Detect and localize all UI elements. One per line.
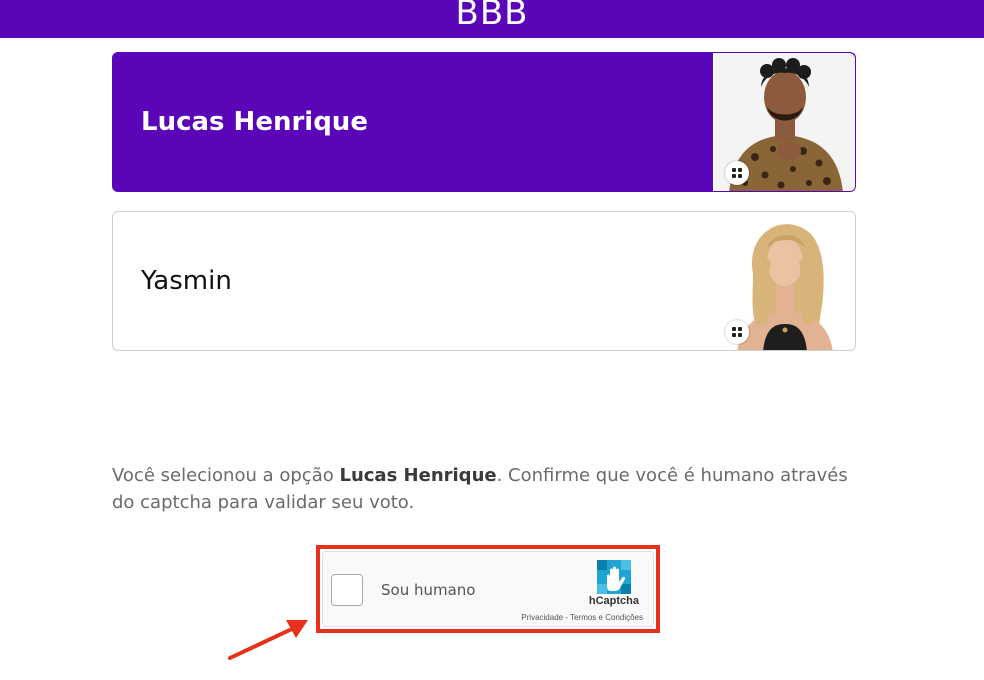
app-title: BBB <box>455 0 529 33</box>
option-name: Yasmin <box>141 266 232 296</box>
hcaptcha-widget: Sou humano hCaptcha Privacidade - Termos… <box>322 551 654 627</box>
option-name: Lucas Henrique <box>141 107 368 137</box>
confirmation-message: Você selecionou a opção Lucas Henrique. … <box>112 462 872 516</box>
top-bar: BBB <box>0 0 984 38</box>
privacy-link[interactable]: Privacidade <box>521 613 563 622</box>
expand-grid-icon[interactable] <box>725 161 749 185</box>
captcha-label: Sou humano <box>381 581 476 599</box>
message-prefix: Você selecionou a opção <box>112 465 340 486</box>
red-arrow-icon <box>228 620 308 660</box>
captcha-links: Privacidade - Termos e Condições <box>521 613 643 622</box>
option-card-yasmin[interactable]: Yasmin <box>112 211 856 351</box>
hcaptcha-hand-icon <box>597 560 631 594</box>
message-selected-name: Lucas Henrique <box>339 465 497 486</box>
expand-grid-icon[interactable] <box>725 320 749 344</box>
hcaptcha-brand: hCaptcha <box>588 595 639 607</box>
terms-link[interactable]: Termos e Condições <box>570 613 643 622</box>
option-card-lucas-henrique[interactable]: Lucas Henrique <box>112 52 856 192</box>
participant-photo <box>715 212 855 350</box>
participant-photo <box>713 53 855 191</box>
human-checkbox[interactable] <box>331 574 363 606</box>
